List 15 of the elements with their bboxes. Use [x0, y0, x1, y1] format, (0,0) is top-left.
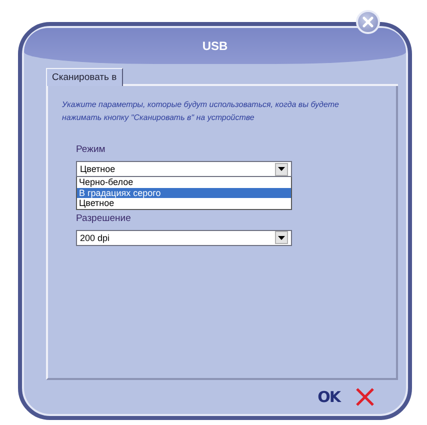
dropdown-option[interactable]: Черно-белое	[77, 177, 291, 188]
dropdown-option[interactable]: В градациях серого	[77, 188, 291, 198]
ok-button[interactable]: OK	[318, 388, 340, 406]
instruction-text: Укажите параметры, которые будут использоваться, когда вы будете нажимать кнопку "Сканировать в" на устройстве	[62, 99, 340, 124]
close-icon	[361, 15, 375, 29]
dropdown-option[interactable]: Цветное	[77, 198, 291, 208]
cancel-button[interactable]	[354, 386, 376, 408]
cross-icon	[354, 386, 376, 408]
tab[interactable]: Сканировать в	[46, 68, 123, 86]
resolution-dropdown[interactable]: 200 dpi	[76, 230, 292, 246]
mode-dropdown[interactable]: Цветное	[76, 161, 292, 177]
window-title: USB	[202, 39, 228, 53]
field-label: Разрешение	[76, 212, 131, 224]
field-label: Режим	[76, 144, 106, 155]
close-button[interactable]	[356, 10, 380, 34]
